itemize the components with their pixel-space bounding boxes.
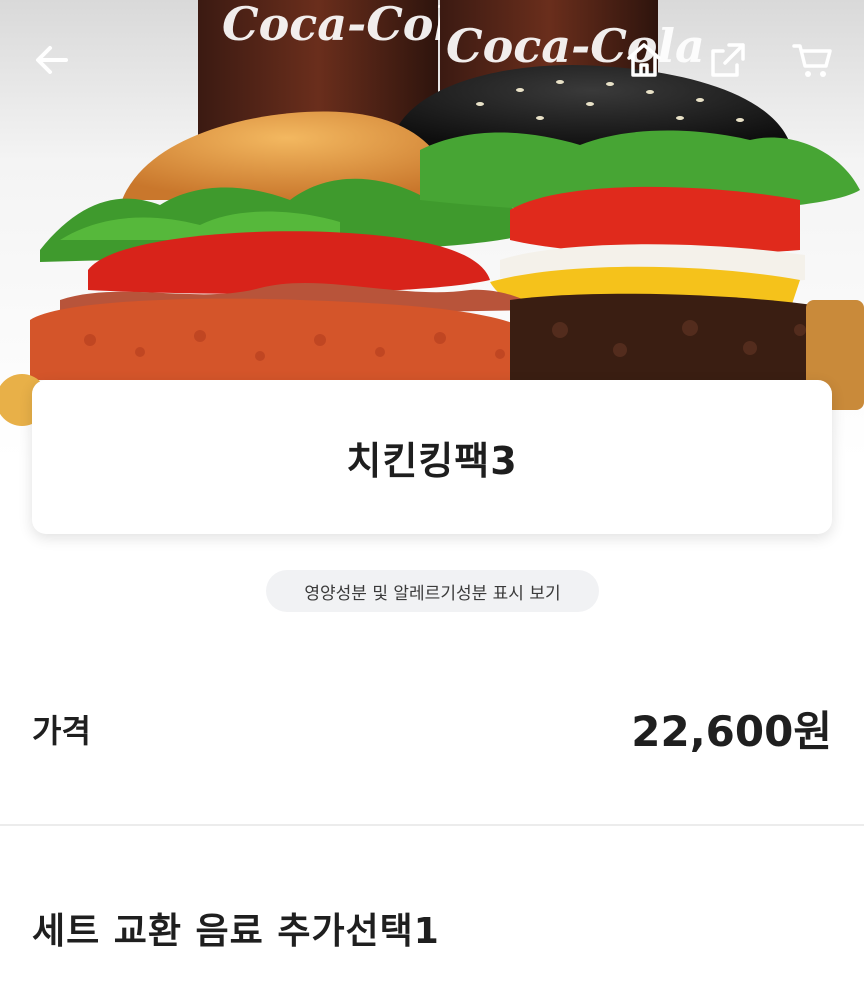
top-navigation-bar	[0, 0, 864, 120]
back-button[interactable]	[26, 34, 78, 86]
price-value: 22,600원	[631, 707, 832, 756]
product-name: 치킨킹팩3	[346, 438, 518, 483]
option-section-title: 세트 교환 음료 추가선택1	[32, 911, 440, 952]
arrow-left-icon	[36, 46, 68, 74]
section-divider	[0, 824, 864, 826]
home-icon	[627, 43, 661, 77]
cart-icon	[792, 44, 832, 77]
price-row: 가격 22,600원	[0, 690, 864, 760]
cart-button[interactable]	[786, 34, 838, 86]
home-button[interactable]	[618, 34, 670, 86]
product-title-card: 치킨킹팩3	[32, 380, 832, 534]
share-icon	[711, 43, 745, 77]
nutrition-allergy-button[interactable]: 영양성분 및 알레르기성분 표시 보기	[266, 570, 599, 612]
price-label: 가격	[32, 712, 91, 750]
share-button[interactable]	[702, 34, 754, 86]
